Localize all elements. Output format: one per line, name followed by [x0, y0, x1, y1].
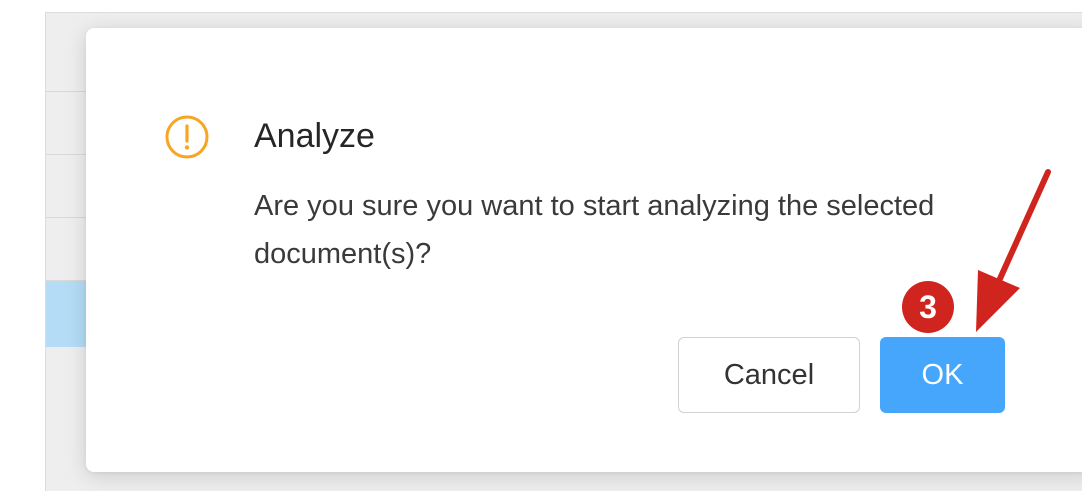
table-row — [46, 13, 86, 92]
cancel-button[interactable]: Cancel — [678, 337, 860, 413]
table-row-selected — [46, 281, 86, 347]
exclamation-circle-icon — [165, 115, 209, 159]
dialog-message: Are you sure you want to start analyzing… — [254, 190, 935, 270]
dialog-title: Analyze — [254, 117, 375, 155]
table-row — [46, 218, 86, 281]
red-arrow-icon — [976, 169, 1051, 332]
ok-button[interactable]: OK — [880, 337, 1005, 413]
table-row — [46, 155, 86, 218]
confirm-dialog: Analyze Are you sure you want to start a… — [86, 28, 1082, 472]
table-row — [46, 92, 86, 155]
step-number-badge: 3 — [902, 281, 954, 333]
